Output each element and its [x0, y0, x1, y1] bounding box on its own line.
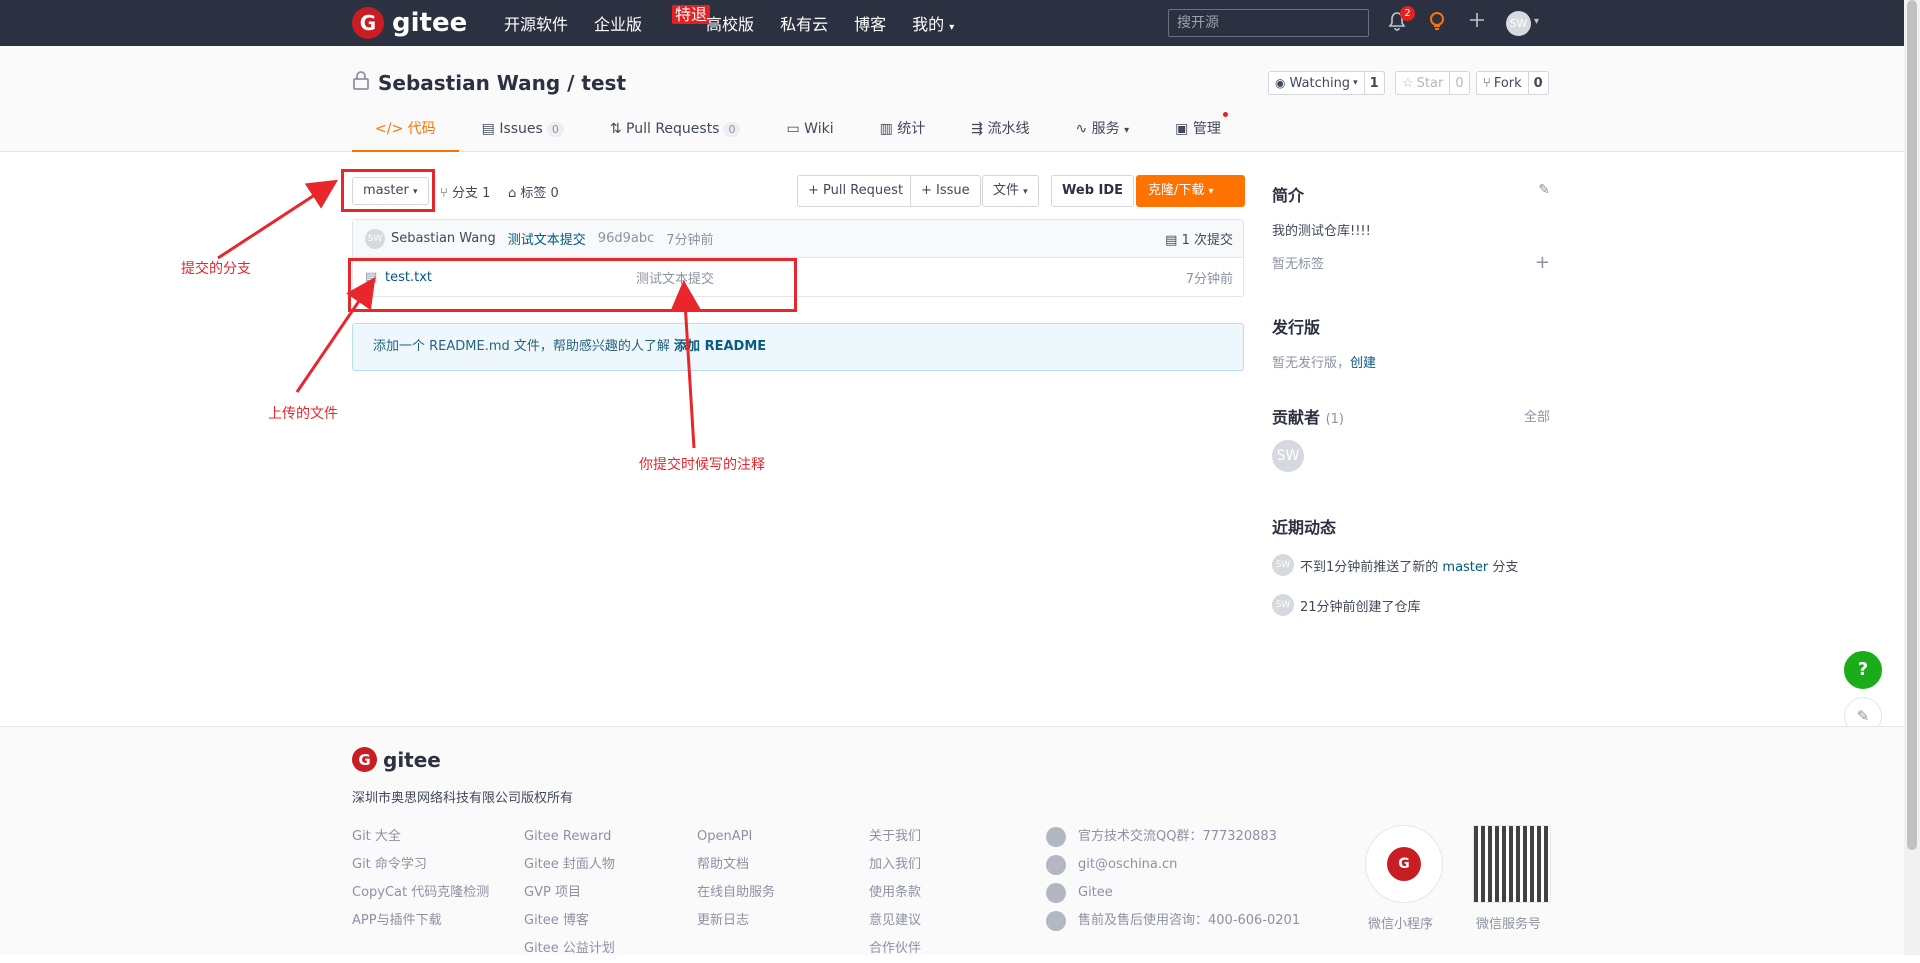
footer-link[interactable]: 加入我们 [869, 851, 921, 879]
annotation-branch-label: 提交的分支 [181, 261, 251, 277]
footer-link[interactable]: 帮助文档 [697, 851, 775, 879]
footer-col-4: 关于我们 加入我们 使用条款 意见建议 合作伙伴 [869, 823, 921, 963]
qq-contact: 官方技术交流QQ群：777320883 [1046, 823, 1300, 851]
footer-link[interactable]: Gitee 公益计划 [524, 935, 615, 963]
release-title: 发行版 [1272, 318, 1321, 337]
zhihu-contact: Gitee [1046, 879, 1300, 907]
no-release-text: 暂无发行版， [1272, 356, 1351, 371]
footer-contacts: 官方技术交流QQ群：777320883 git@oschina.cn Gitee… [1046, 823, 1300, 935]
contributors-count: (1) [1325, 412, 1345, 427]
footer-link[interactable]: Gitee Reward [524, 823, 615, 851]
contact-text[interactable]: git@oschina.cn [1078, 857, 1177, 872]
help-button[interactable]: ? [1844, 651, 1882, 689]
plus-icon[interactable]: + [1535, 252, 1550, 273]
phone-contact: 售前及售后使用咨询：400-606-0201 [1046, 907, 1300, 935]
footer-link[interactable]: Gitee 封面人物 [524, 851, 615, 879]
footer-link[interactable]: 在线自助服务 [697, 879, 775, 907]
activity-text: 分支 [1488, 559, 1519, 575]
mini-program-qr: G [1365, 825, 1443, 903]
footer-link[interactable]: Gitee 博客 [524, 907, 615, 935]
annotation-comment-label: 你提交时候写的注释 [639, 457, 765, 473]
all-contributors-link[interactable]: 全部 [1524, 406, 1550, 425]
edit-icon[interactable]: ✎ [1538, 182, 1550, 198]
footer-link[interactable]: Git 大全 [352, 823, 489, 851]
activity-text: 不到1分钟前推送了新的 [1300, 559, 1443, 575]
release-section: 发行版 暂无发行版，创建 [1272, 314, 1550, 371]
intro-section: 简介 ✎ 我的测试仓库!!!! 暂无标签 + [1272, 182, 1550, 273]
email-contact: git@oschina.cn [1046, 851, 1300, 879]
contact-text[interactable]: Gitee [1078, 885, 1113, 900]
activity-text: 21分钟前创建了仓库 [1300, 599, 1421, 615]
footer-link[interactable]: 使用条款 [869, 879, 921, 907]
footer-link[interactable]: 更新日志 [697, 907, 775, 935]
avatar: SW [1272, 554, 1294, 576]
mini-program-label: 微信小程序 [1368, 917, 1434, 932]
annotation-file-label: 上传的文件 [268, 406, 338, 422]
scrollbar-thumb[interactable] [1907, 0, 1917, 850]
footer-logo-text: gitee [383, 747, 441, 772]
footer-col-2: Gitee Reward Gitee 封面人物 GVP 项目 Gitee 博客 … [524, 823, 615, 963]
avatar: SW [1272, 594, 1294, 616]
footer-link[interactable]: APP与插件下载 [352, 907, 489, 935]
footer-link[interactable]: 合作伙伴 [869, 935, 921, 963]
activity-title: 近期动态 [1272, 518, 1337, 537]
mail-icon [1046, 854, 1066, 875]
footer-link[interactable]: Git 命令学习 [352, 851, 489, 879]
footer-link[interactable]: CopyCat 代码克隆检测 [352, 879, 489, 907]
service-account-label: 微信服务号 [1476, 917, 1542, 932]
footer-link[interactable]: GVP 项目 [524, 879, 615, 907]
footer-logo[interactable]: G gitee [352, 747, 441, 772]
contact-text: 售前及售后使用咨询：400-606-0201 [1078, 913, 1301, 928]
contact-text: 官方技术交流QQ群：777320883 [1078, 829, 1277, 844]
service-account-qr [1473, 825, 1551, 903]
footer-link[interactable]: 意见建议 [869, 907, 921, 935]
intro-text: 我的测试仓库!!!! [1272, 224, 1371, 239]
create-release-link[interactable]: 创建 [1350, 356, 1376, 371]
footer-link[interactable]: OpenAPI [697, 823, 775, 851]
phone-icon [1046, 910, 1066, 931]
footer-col-3: OpenAPI 帮助文档 在线自助服务 更新日志 [697, 823, 775, 935]
activity-branch-link[interactable]: master [1442, 560, 1488, 575]
activity-section: 近期动态 SW 不到1分钟前推送了新的 master 分支 SW 21分钟前创建… [1272, 514, 1550, 616]
qr-logo-mark: G [1387, 847, 1421, 881]
qq-icon [1046, 826, 1066, 847]
contributors-section: 贡献者 (1) 全部 SW [1272, 404, 1550, 472]
gitee-logo-mark: G [352, 747, 377, 772]
intro-title: 简介 [1272, 186, 1305, 205]
contributors-title: 贡献者 [1272, 408, 1321, 427]
copyright-text: 深圳市奥思网络科技有限公司版权所有 [352, 791, 574, 806]
list-item: SW 不到1分钟前推送了新的 master 分支 [1272, 554, 1550, 576]
zhihu-icon [1046, 882, 1066, 903]
footer-col-1: Git 大全 Git 命令学习 CopyCat 代码克隆检测 APP与插件下载 [352, 823, 489, 935]
footer: G gitee 深圳市奥思网络科技有限公司版权所有 Git 大全 Git 命令学… [0, 726, 1904, 956]
footer-link[interactable]: 关于我们 [869, 823, 921, 851]
no-tags-text: 暂无标签 [1272, 257, 1325, 272]
list-item: SW 21分钟前创建了仓库 [1272, 594, 1550, 616]
avatar[interactable]: SW [1272, 440, 1304, 472]
